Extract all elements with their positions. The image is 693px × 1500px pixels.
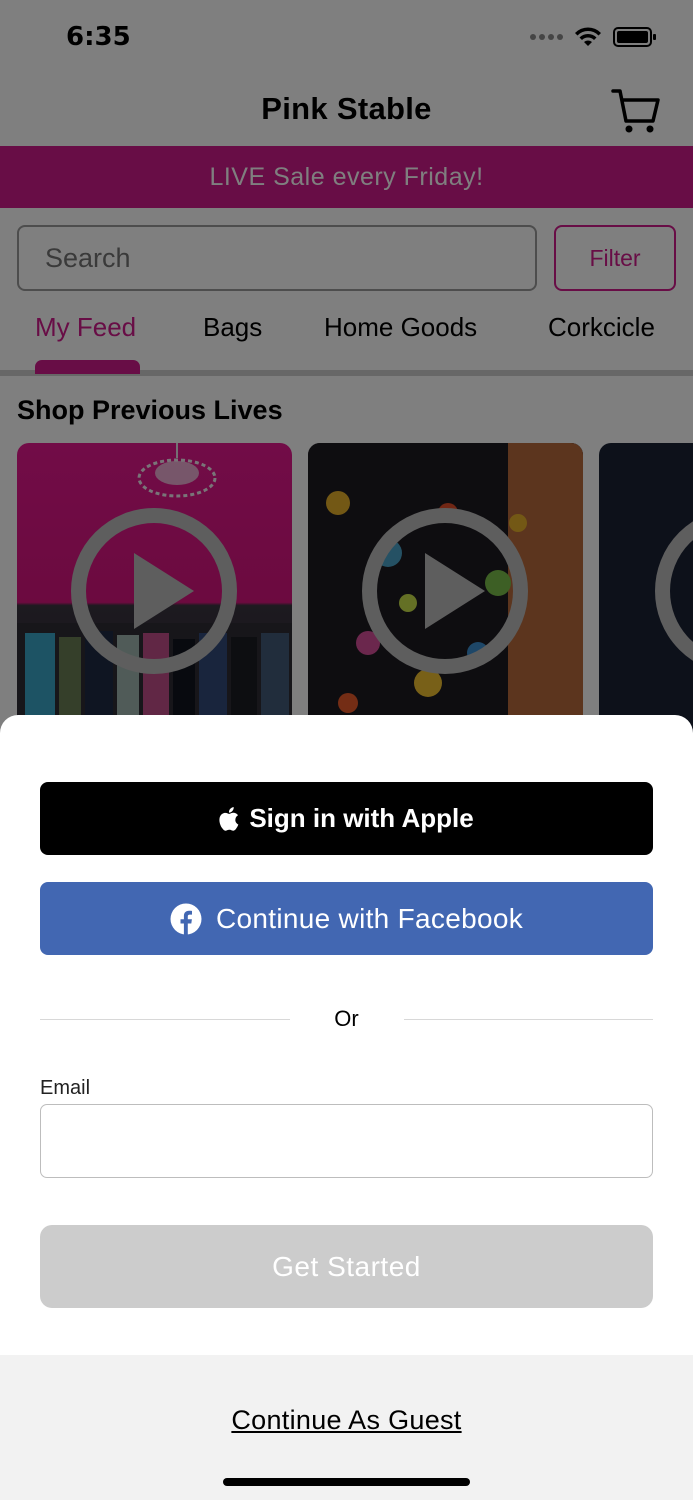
or-divider: Or (40, 1005, 653, 1035)
guest-footer: Continue As Guest (0, 1355, 693, 1500)
continue-as-guest-link[interactable]: Continue As Guest (0, 1405, 693, 1436)
get-started-button[interactable]: Get Started (40, 1225, 653, 1308)
facebook-icon (170, 903, 202, 934)
divider-line (404, 1019, 653, 1020)
sign-in-with-apple-button[interactable]: Sign in with Apple (40, 782, 653, 855)
apple-icon (219, 806, 239, 831)
home-indicator (223, 1478, 470, 1486)
email-label: Email (40, 1077, 91, 1099)
facebook-button-label: Continue with Facebook (216, 902, 523, 934)
continue-with-facebook-button[interactable]: Continue with Facebook (40, 882, 653, 955)
email-field[interactable] (40, 1104, 653, 1178)
sign-in-sheet: Sign in with Apple Continue with Faceboo… (0, 715, 693, 1500)
apple-button-label: Sign in with Apple (249, 803, 474, 833)
